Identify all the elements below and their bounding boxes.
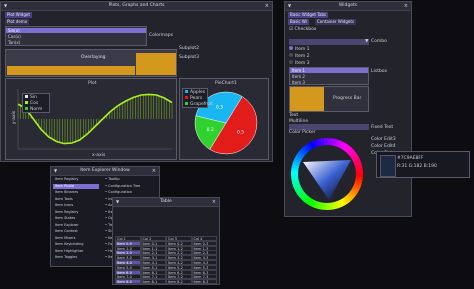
legend-norm: Norm [25, 107, 42, 112]
rgb-text: R:31 G:182 B:190 [397, 164, 437, 169]
widgets-window-titlebar[interactable]: ▼ Widgets × [285, 2, 411, 11]
tab-plot-widget[interactable]: Plot Widget [5, 12, 32, 18]
widgets-window-title: Widgets [338, 3, 358, 8]
list-item[interactable]: Item Toggles [53, 255, 99, 260]
list-item[interactable]: Item Highlighter [53, 249, 99, 254]
list-item[interactable]: Item Binaries [53, 190, 99, 195]
close-icon[interactable]: × [404, 2, 408, 10]
text-label: Text [289, 113, 299, 118]
explorer-window-title: Item Explorer Window [80, 168, 130, 173]
pie-legend-grapefruit: Grapefruit [185, 102, 213, 107]
list-item[interactable]: Sin(x) [6, 28, 146, 33]
line-plot-svg [17, 89, 173, 150]
pie-label: 0.5 [237, 129, 244, 135]
table-cell[interactable]: Item 8-2 [166, 279, 192, 284]
y-axis-label: y-axis [12, 110, 18, 125]
combo-label: Combo [371, 39, 387, 44]
fixed-text-label: Fixed Text [371, 125, 394, 130]
list-item[interactable]: Item Registry [53, 210, 99, 215]
color-wheel[interactable] [289, 136, 365, 212]
pie-legend-apples: Apples [185, 90, 205, 95]
table-cell[interactable]: Item 8-1 [140, 279, 166, 284]
tab-plot-demo[interactable]: Plot demo [5, 19, 30, 25]
pie-chart-panel[interactable]: PieChart1 0.5 0.2 0.3 Apples Pears Grapefr… [179, 78, 269, 160]
overlaying-label: Overlaying [81, 55, 106, 60]
widgets-window: ▼ Widgets × Basic Widget Tabs Basic Wi C… [284, 1, 412, 217]
color-edit3-label: Color Edit3 [371, 137, 396, 142]
table-window-titlebar[interactable]: ▼ Table × [113, 198, 219, 207]
list-item[interactable]: Item States [53, 216, 99, 221]
list-item[interactable]: Item Context [53, 229, 99, 234]
list-item[interactable]: Item Pickle [53, 183, 99, 189]
radio-item-2[interactable]: Item 2 [289, 53, 310, 59]
line-plot[interactable]: Plot x-axis y-axis Sin Cos Norm [5, 78, 177, 160]
legend-cos: Cos [25, 101, 38, 106]
collapse-icon[interactable]: ▼ [288, 2, 291, 10]
table-window: ▼ Table × Col 1 Col 2 Col 3 Col 4 Item 0-0 It… [112, 197, 220, 285]
radio-item-1[interactable]: Item 1 [289, 46, 310, 52]
listbox-label: Listbox [371, 69, 388, 74]
hex-value: #7C9AE8FF [397, 156, 424, 161]
subplot3-label: Subplot3 [179, 55, 200, 60]
pie-legend-pears: Pears [185, 96, 202, 101]
list-item[interactable]: • Tooltip [103, 177, 157, 182]
color-tooltip: #7C9AE8FF R:31 G:182 B:190 [376, 151, 470, 178]
table-cell[interactable]: Item 8-3 [191, 279, 217, 284]
list-item[interactable]: Item 2 [290, 74, 368, 79]
table-window-title: Table [160, 199, 172, 204]
list-item[interactable]: • Configuration Tree [103, 184, 157, 189]
overlaying-bar [7, 66, 135, 75]
colormaps-label: Colormaps [149, 33, 174, 38]
legend-sin: Sin [25, 95, 37, 100]
color-swatch [380, 155, 396, 177]
tab-basic-widgets[interactable]: Basic Widget Tabs [288, 12, 329, 18]
data-table[interactable]: Col 1 Col 2 Col 3 Col 4 Item 0-0 Item 0-1 Item… [115, 236, 219, 284]
color-triangle[interactable] [303, 160, 351, 200]
plots-window-title: Plots, Graphs and Charts [108, 3, 165, 8]
close-icon[interactable]: × [212, 198, 216, 206]
pie-label: 0.3 [216, 105, 223, 111]
collapse-icon[interactable]: ▼ [4, 2, 7, 10]
list-item[interactable]: Item Registry [53, 177, 99, 182]
list-item[interactable]: Item Icons [53, 203, 99, 208]
tab-basic-short[interactable]: Basic Wi [288, 19, 309, 25]
collapse-icon[interactable]: ▼ [116, 198, 119, 206]
color-edit4-label: Color Edit4 [371, 144, 396, 149]
wheel-segment [355, 170, 363, 175]
pie-legend: Apples Pears Grapefruit [182, 88, 213, 108]
list-item[interactable]: Item 3 [290, 80, 368, 85]
subplot2-label: Subplot2 [179, 46, 200, 51]
tab-container-widgets[interactable]: Container Widgets [315, 19, 356, 25]
x-axis-label: x-axis [92, 153, 106, 158]
plots-window-titlebar[interactable]: ▼ Plots, Graphs and Charts × [1, 2, 272, 11]
radio-item-3[interactable]: Item 3 [289, 60, 310, 66]
pie-label: 0.2 [207, 127, 214, 133]
list-item[interactable]: Cos(x) [6, 34, 146, 39]
checkbox[interactable]: ☑ Checkbox [289, 27, 316, 32]
table-cell[interactable]: Item 8-0 [115, 279, 141, 284]
list-item[interactable]: Item Explorer [53, 223, 99, 228]
list-item[interactable]: • Configuration [103, 190, 157, 195]
color-section-label: Color Picker [289, 130, 316, 135]
progress-fill [290, 87, 324, 111]
list-item[interactable]: Item Mixers [53, 236, 99, 241]
overlaying-bar-tall [136, 53, 176, 75]
collapse-icon[interactable]: ▼ [54, 167, 57, 175]
plots-window: ▼ Plots, Graphs and Charts × Plot Widget… [0, 1, 273, 162]
explorer-window-titlebar[interactable]: ▼ Item Explorer Window × [51, 167, 159, 176]
list-item[interactable]: Tan(x) [6, 40, 146, 45]
list-item[interactable]: Item Keybinding [53, 242, 99, 247]
close-icon[interactable]: × [152, 167, 156, 175]
combo-arrow-icon[interactable]: ▼ [365, 39, 368, 44]
plot-type-listbox[interactable]: Sin(x) Cos(x) Tan(x) [5, 26, 147, 46]
close-icon[interactable]: × [265, 2, 269, 10]
combo-box[interactable] [289, 39, 369, 45]
listbox[interactable]: Item 1 Item 2 Item 3 [289, 67, 369, 85]
plot-legend: Sin Cos Norm [22, 93, 50, 113]
list-item[interactable]: Item 1 [290, 68, 368, 73]
progress-label: Progress Bar [333, 96, 362, 101]
list-item[interactable]: Item Tools [53, 197, 99, 202]
